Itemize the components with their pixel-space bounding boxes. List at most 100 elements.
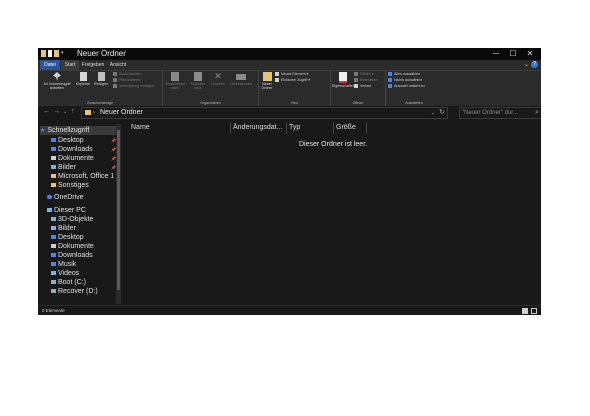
forward-button[interactable]: → — [53, 106, 60, 118]
recent-locations-icon[interactable]: ⌄ — [63, 106, 67, 118]
column-modified[interactable]: Änderungsdat... — [233, 122, 282, 134]
group-new: Neuer Ordner Neues Element ▾ Einfacher Z… — [259, 71, 331, 106]
nav-label: Dokumente — [58, 243, 94, 250]
copy-button[interactable]: Kopieren — [75, 72, 91, 86]
nav-item-desktop[interactable]: Desktop — [51, 136, 84, 145]
new-folder-icon[interactable] — [54, 50, 59, 57]
nav-item-dokumente-pc[interactable]: Dokumente — [51, 242, 94, 251]
column-type[interactable]: Typ — [289, 122, 300, 134]
copy-to-button[interactable]: Kopieren nach — [187, 72, 209, 90]
column-divider[interactable] — [286, 122, 287, 134]
new-item-label: Neues Element — [281, 72, 306, 76]
tab-datei[interactable]: Datei — [40, 60, 60, 70]
refresh-icon[interactable]: ↻ — [439, 108, 445, 118]
close-button[interactable]: ✕ — [519, 48, 541, 60]
empty-folder-message: Dieser Ordner ist leer. — [299, 141, 368, 148]
pin-icon — [53, 72, 61, 81]
documents-icon — [51, 244, 56, 249]
search-input[interactable]: "Neuer Ordner" dur... — [462, 108, 518, 118]
folder-icon — [51, 174, 56, 179]
shortcut-icon — [113, 84, 117, 89]
chevron-down-icon[interactable]: ⌄ — [431, 108, 435, 118]
nav-onedrive[interactable]: OneDrive — [47, 193, 84, 202]
large-icons-view-icon[interactable] — [531, 308, 537, 314]
column-size[interactable]: Größe — [336, 122, 356, 134]
paste-shortcut-button[interactable]: Verknüpfung einfügen — [113, 84, 154, 89]
copy-path-button[interactable]: Pfad kopieren — [113, 78, 141, 83]
help-icon[interactable]: ? — [531, 61, 538, 68]
navpane-scrollbar[interactable] — [116, 124, 121, 304]
history-button[interactable]: Verlauf — [354, 84, 371, 89]
open-button[interactable]: Öffnen ▾ — [354, 72, 374, 77]
cut-label: Ausschneiden — [119, 72, 142, 76]
properties-icon[interactable] — [48, 50, 52, 57]
nav-quick-access[interactable]: ★ Schnellzugriff — [40, 126, 116, 135]
copy-icon — [79, 72, 87, 81]
column-divider[interactable] — [333, 122, 334, 134]
rename-button[interactable]: Umbenennen — [227, 72, 255, 86]
chevron-down-icon[interactable]: ⌄ — [524, 61, 529, 68]
nav-item-downloads[interactable]: Downloads — [51, 145, 93, 154]
computer-icon — [47, 208, 52, 213]
address-row: ← → ⌄ ↑ › Neuer Ordner ⌄ ↻ "Neuer Ordner… — [38, 106, 541, 119]
nav-item-3d[interactable]: 3D-Objekte — [51, 215, 93, 224]
folder-icon — [51, 183, 56, 188]
nav-item-office[interactable]: Microsoft, Office 1 — [51, 172, 114, 181]
tab-ansicht[interactable]: Ansicht — [107, 60, 129, 70]
nav-label: Boot (C:) — [58, 279, 87, 286]
column-name[interactable]: Name — [131, 122, 150, 134]
nav-item-recover[interactable]: Recover (D:) — [51, 287, 98, 296]
paste-shortcut-label: Verknüpfung einfügen — [119, 84, 154, 88]
back-button[interactable]: ← — [43, 106, 50, 118]
search-box[interactable]: "Neuer Ordner" dur... ⌕ — [459, 107, 541, 119]
select-none-button[interactable]: Nichts auswählen — [388, 78, 422, 83]
move-to-button[interactable]: Verschieben nach — [163, 72, 187, 90]
ribbon-tabs: Datei Start Freigeben Ansicht ⌄ ? — [38, 60, 541, 70]
properties-label: Eigenschaften — [332, 84, 355, 88]
nav-item-videos[interactable]: Videos — [51, 269, 79, 278]
nav-item-desktop-pc[interactable]: Desktop — [51, 233, 84, 242]
new-item-icon — [275, 72, 279, 77]
column-divider[interactable] — [230, 122, 231, 134]
new-folder-label: Neuer Ordner — [261, 82, 273, 90]
paste-button[interactable]: Einfügen — [93, 72, 109, 86]
select-all-button[interactable]: Alles auswählen — [388, 72, 420, 77]
group-label-clipboard: Zwischenablage — [87, 101, 113, 105]
new-item-button[interactable]: Neues Element ▾ — [275, 72, 308, 77]
group-organize: Verschieben nach Kopieren nach ✕ Löschen… — [163, 71, 259, 106]
scrollbar-thumb[interactable] — [117, 130, 120, 290]
nav-item-bilder[interactable]: Bilder — [51, 224, 76, 233]
breadcrumb[interactable]: Neuer Ordner — [100, 108, 143, 118]
delete-button[interactable]: ✕ Löschen — [209, 72, 227, 87]
new-folder-icon — [262, 72, 272, 81]
column-divider[interactable] — [366, 122, 367, 134]
group-clipboard: An Schnellzugriff anheften Kopieren Einf… — [38, 71, 163, 106]
address-bar[interactable]: › Neuer Ordner ⌄ ↻ — [81, 107, 448, 119]
nav-this-pc[interactable]: Dieser PC — [47, 206, 86, 215]
easy-access-button[interactable]: Einfacher Zugriff ▾ — [275, 78, 310, 83]
explorer-window: ▾ Neuer Ordner ─ ☐ ✕ Datei Start Freigeb… — [38, 48, 541, 315]
nav-item-downloads-pc[interactable]: Downloads — [51, 251, 93, 260]
nav-item-boot[interactable]: Boot (C:) — [51, 278, 86, 287]
nav-item-sonstiges[interactable]: Sonstiges — [51, 181, 89, 190]
invert-selection-button[interactable]: Auswahl umkehren — [388, 84, 425, 89]
customize-toolbar-icon[interactable]: ▾ — [61, 50, 64, 57]
nav-item-musik[interactable]: Musik — [51, 260, 76, 269]
group-label-open: Öffnen — [352, 101, 364, 105]
cut-button[interactable]: Ausschneiden — [113, 72, 142, 77]
details-view-icon[interactable] — [522, 308, 528, 314]
nav-item-pictures[interactable]: Bilder — [51, 163, 76, 172]
nav-label: Desktop — [58, 137, 84, 144]
nav-label: Dieser PC — [54, 207, 86, 214]
properties-button[interactable]: Eigenschaften — [332, 72, 355, 88]
pin-quick-access-button[interactable]: An Schnellzugriff anheften — [40, 72, 74, 90]
cloud-icon — [47, 195, 52, 200]
tab-start[interactable]: Start — [61, 60, 79, 70]
open-icon — [354, 72, 358, 77]
tab-freigeben[interactable]: Freigeben — [81, 60, 105, 70]
new-folder-button[interactable]: Neuer Ordner — [259, 72, 275, 90]
edit-button[interactable]: Bearbeiten — [354, 78, 377, 83]
downloads-icon — [51, 147, 56, 152]
up-button[interactable]: ↑ — [71, 106, 75, 118]
nav-item-documents[interactable]: Dokumente — [51, 154, 94, 163]
